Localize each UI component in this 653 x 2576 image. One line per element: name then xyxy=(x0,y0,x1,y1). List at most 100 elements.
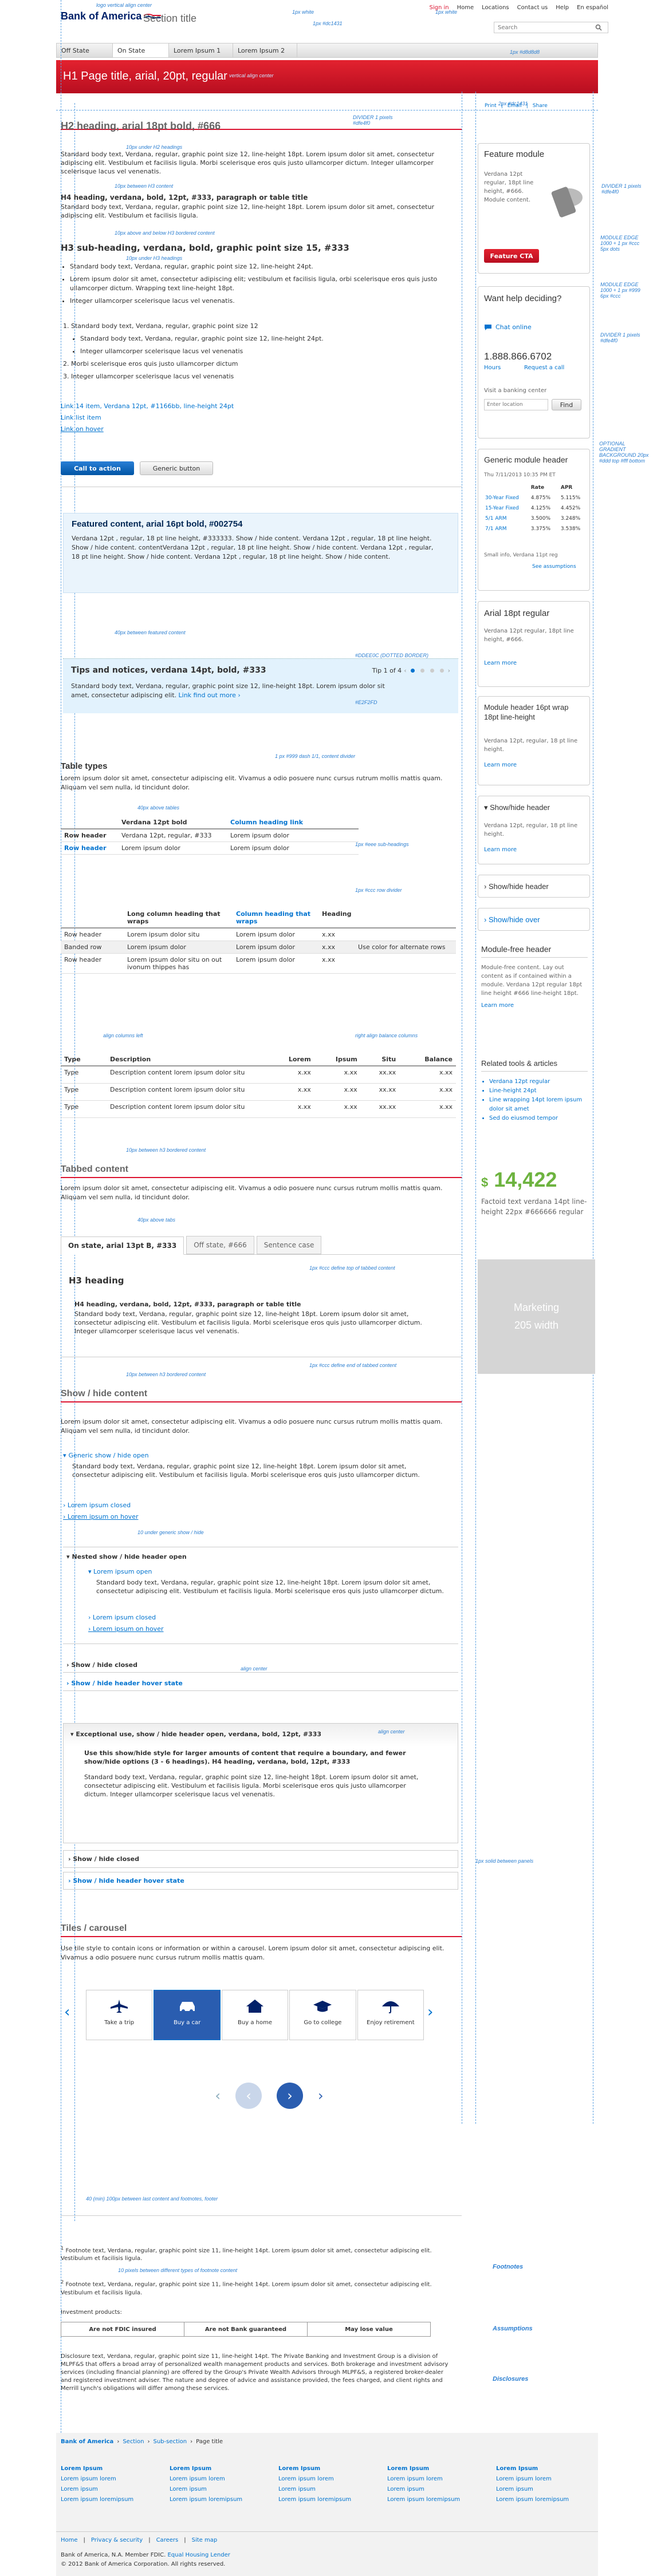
footer-privacy-link[interactable]: Privacy & security xyxy=(91,2537,143,2543)
share-link[interactable]: Share xyxy=(533,103,548,109)
footer-col-title[interactable]: Lorem Ipsum xyxy=(496,2464,582,2474)
generic-button[interactable]: Generic button xyxy=(140,461,213,475)
tile-buy-a-home[interactable]: Buy a home xyxy=(221,1990,289,2040)
showhide-module-3[interactable]: › Show/hide over xyxy=(478,908,590,931)
footer-link[interactable]: Lorem ipsum xyxy=(170,2484,255,2495)
related-link[interactable]: Line-height 24pt xyxy=(489,1086,588,1096)
exc-toggle[interactable]: ▾ Exceptional use, show / hide header op… xyxy=(70,1730,321,1738)
footer-col-title[interactable]: Lorem Ipsum xyxy=(170,2464,255,2474)
sh1-link[interactable]: Learn more xyxy=(484,847,517,853)
sh-hover-row-2[interactable]: › Show / hide header hover state xyxy=(63,1872,458,1890)
search-box[interactable] xyxy=(494,22,608,33)
find-button[interactable]: Find xyxy=(552,399,581,410)
link-item[interactable]: Link on hover xyxy=(61,424,234,435)
footer-link[interactable]: Lorem ipsum xyxy=(61,2484,147,2495)
footer-sitemap-link[interactable]: Site map xyxy=(192,2537,218,2543)
footer-link[interactable]: Lorem ipsum lorem xyxy=(61,2474,147,2484)
rates-link[interactable]: See assumptions xyxy=(532,564,576,570)
link-item[interactable]: Link list item xyxy=(61,412,234,424)
showhide-module-2[interactable]: › Show/hide header xyxy=(478,875,590,898)
next-icon[interactable]: › xyxy=(448,667,450,674)
tab-sentence[interactable]: Sentence case xyxy=(256,1236,322,1254)
carousel-first-icon[interactable]: ‹ xyxy=(215,2088,221,2104)
footer-link[interactable]: Lorem ipsum lorem xyxy=(496,2474,582,2484)
footer-link[interactable]: Lorem ipsum lorem xyxy=(387,2474,473,2484)
contact-link[interactable]: Contact us xyxy=(517,5,548,11)
email-link[interactable]: Email xyxy=(508,103,522,109)
dot[interactable] xyxy=(430,669,434,673)
print-link[interactable]: Print xyxy=(485,103,497,109)
related-link[interactable]: Sed do eiusmod tempor xyxy=(489,1114,588,1123)
phone-number[interactable]: 1.888.866.6702 xyxy=(484,351,552,362)
footer-link[interactable]: Lorem ipsum xyxy=(496,2484,582,2495)
rate-product[interactable]: 7/1 ARM xyxy=(482,524,528,534)
tab-lorem-2[interactable]: Lorem Ipsum 2 xyxy=(233,44,297,57)
feature-cta-button[interactable]: Feature CTA xyxy=(484,249,539,263)
nested-hover[interactable]: › Lorem ipsum on hover xyxy=(88,1625,163,1633)
breadcrumb-item[interactable]: Bank of America xyxy=(61,2439,113,2445)
tab-off-state[interactable]: Off State xyxy=(57,44,113,57)
sh-closed-row-2[interactable]: › Show / hide closed xyxy=(63,1850,458,1868)
chat-link[interactable]: Chat online xyxy=(484,323,532,331)
marketing-placeholder[interactable]: Marketing 205 width xyxy=(478,1259,595,1374)
footer-link[interactable]: Lorem ipsum loremipsum xyxy=(278,2495,364,2505)
sh-hover-link[interactable]: › Lorem ipsum on hover xyxy=(63,1511,138,1523)
sh1-toggle[interactable]: ▾ Show/hide header xyxy=(484,803,550,812)
dot[interactable] xyxy=(420,669,424,673)
mf-link[interactable]: Learn more xyxy=(481,1002,588,1009)
tips-link[interactable]: Link find out more › xyxy=(179,692,241,699)
rate-product[interactable]: 30-Year Fixed xyxy=(482,493,528,503)
nested-toggle[interactable]: ▾ Nested show / hide header open xyxy=(66,1553,187,1560)
footer-home-link[interactable]: Home xyxy=(61,2537,78,2543)
row-header[interactable]: Row header xyxy=(61,842,118,855)
carousel-last-icon[interactable]: › xyxy=(318,2088,324,2104)
arial-link[interactable]: Learn more xyxy=(484,660,517,666)
home-link[interactable]: Home xyxy=(457,5,474,11)
tab-on[interactable]: On state, arial 13pt B, #333 xyxy=(61,1236,184,1255)
search-icon[interactable] xyxy=(595,24,602,31)
help-link[interactable]: Help xyxy=(556,5,569,11)
related-link[interactable]: Verdana 12pt regular xyxy=(489,1077,588,1086)
tab-lorem-1[interactable]: Lorem Ipsum 1 xyxy=(169,44,233,57)
breadcrumb-item[interactable]: Section xyxy=(123,2439,144,2445)
footer-link[interactable]: Lorem ipsum loremipsum xyxy=(387,2495,473,2505)
link-item[interactable]: Link 14 item, Verdana 12pt, #1166bb, lin… xyxy=(61,401,234,412)
tile-enjoy-retirement[interactable]: Enjoy retirement xyxy=(357,1990,424,2040)
footer-careers-link[interactable]: Careers xyxy=(156,2537,179,2543)
espanol-link[interactable]: En español xyxy=(577,5,608,11)
sh-hover-row[interactable]: › Show / hide header hover state xyxy=(63,1676,458,1691)
hours-link[interactable]: Hours xyxy=(484,365,501,371)
footer-link[interactable]: Lorem ipsum xyxy=(387,2484,473,2495)
footer-col-title[interactable]: Lorem Ipsum xyxy=(387,2464,473,2474)
rate-product[interactable]: 15-Year Fixed xyxy=(482,503,528,513)
carousel-next-button[interactable]: › xyxy=(277,2083,303,2109)
table-header-link[interactable]: Column heading link xyxy=(227,816,359,829)
footer-link[interactable]: Lorem ipsum lorem xyxy=(278,2474,364,2484)
footer-link[interactable]: Lorem ipsum lorem xyxy=(170,2474,255,2484)
footer-link[interactable]: Lorem ipsum loremipsum xyxy=(61,2495,147,2505)
nested-sub-toggle[interactable]: ▾ Lorem ipsum open xyxy=(88,1568,152,1575)
tab-on-state[interactable]: On State xyxy=(113,44,169,57)
footer-col-title[interactable]: Lorem Ipsum xyxy=(61,2464,147,2474)
tile-buy-a-car[interactable]: Buy a car xyxy=(154,1990,221,2040)
prev-icon[interactable]: ‹ xyxy=(404,667,406,674)
footer-link[interactable]: Lorem ipsum loremipsum xyxy=(170,2495,255,2505)
table-header-link[interactable]: Column heading that wraps xyxy=(233,908,318,928)
sh-closed-link[interactable]: › Lorem ipsum closed xyxy=(63,1500,138,1511)
equal-housing-link[interactable]: Equal Housing Lender xyxy=(167,2552,230,2558)
call-to-action-button[interactable]: Call to action xyxy=(61,461,134,475)
dot[interactable] xyxy=(439,669,444,673)
footer-link[interactable]: Lorem ipsum loremipsum xyxy=(496,2495,582,2505)
search-input[interactable] xyxy=(498,24,595,31)
breadcrumb-item[interactable]: Sub-section xyxy=(153,2439,187,2445)
location-input[interactable] xyxy=(484,399,548,410)
related-link[interactable]: Line wrapping 14pt lorem ipsum dolor sit… xyxy=(489,1096,588,1114)
carousel-prev-icon[interactable]: ‹ xyxy=(64,2004,70,2021)
sh-open-toggle[interactable]: ▾ Generic show / hide open xyxy=(63,1452,149,1459)
footer-link[interactable]: Lorem ipsum xyxy=(278,2484,364,2495)
mh-link[interactable]: Learn more xyxy=(484,762,517,768)
tile-take-a-trip[interactable]: Take a trip xyxy=(86,1990,153,2040)
request-link[interactable]: Request a call xyxy=(524,365,564,371)
footer-col-title[interactable]: Lorem Ipsum xyxy=(278,2464,364,2474)
tab-off[interactable]: Off state, #666 xyxy=(186,1236,254,1254)
